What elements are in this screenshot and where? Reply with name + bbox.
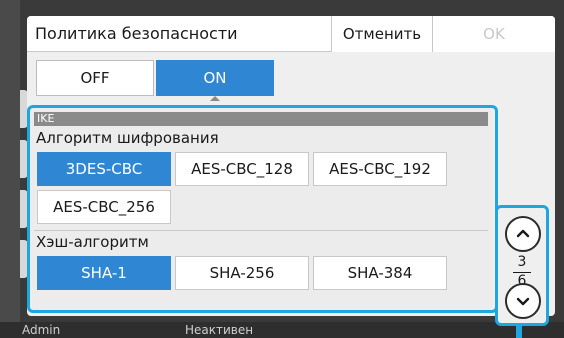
- caret-up-icon: [210, 96, 220, 101]
- chevron-up-icon: [516, 229, 530, 238]
- scroll-up-button[interactable]: [505, 216, 541, 252]
- background-app-edge: [0, 0, 20, 338]
- scroll-down-button[interactable]: [505, 283, 541, 319]
- hash-label: Хэш-алгоритм: [36, 233, 149, 251]
- hash-option-sha256[interactable]: SHA-256: [175, 256, 309, 290]
- dialog-header: Политика безопасности Отменить OK: [27, 16, 555, 52]
- page-current: 3: [517, 254, 527, 270]
- ok-button[interactable]: OK: [433, 16, 555, 52]
- section-header: IKE: [34, 112, 488, 126]
- encryption-option-aes-128[interactable]: AES-CBC_128: [175, 152, 309, 186]
- chevron-down-icon: [516, 297, 530, 306]
- encryption-option-aes-256[interactable]: AES-CBC_256: [37, 190, 171, 224]
- separator: [34, 230, 488, 231]
- toggle-on-button[interactable]: ON: [156, 60, 274, 96]
- hash-option-sha384[interactable]: SHA-384: [313, 256, 447, 290]
- footer-user: Admin: [22, 323, 61, 337]
- cancel-button[interactable]: Отменить: [331, 16, 433, 52]
- dialog-title: Политика безопасности: [35, 24, 238, 43]
- background-status-bar: Admin Неактивен: [0, 322, 564, 338]
- encryption-option-3des-cbc[interactable]: 3DES-CBC: [37, 152, 171, 186]
- callout-pointer: [516, 326, 522, 338]
- page-scroller: 3 6: [495, 205, 549, 326]
- toggle-off-button[interactable]: OFF: [36, 60, 154, 96]
- security-policy-dialog: Политика безопасности Отменить OK OFF ON…: [27, 16, 555, 316]
- footer-status: Неактивен: [185, 323, 254, 337]
- encryption-label: Алгоритм шифрования: [36, 129, 219, 147]
- ike-settings-panel: IKE Алгоритм шифрования 3DES-CBC AES-CBC…: [30, 108, 492, 312]
- encryption-option-aes-192[interactable]: AES-CBC_192: [313, 152, 447, 186]
- hash-option-sha1[interactable]: SHA-1: [37, 256, 171, 290]
